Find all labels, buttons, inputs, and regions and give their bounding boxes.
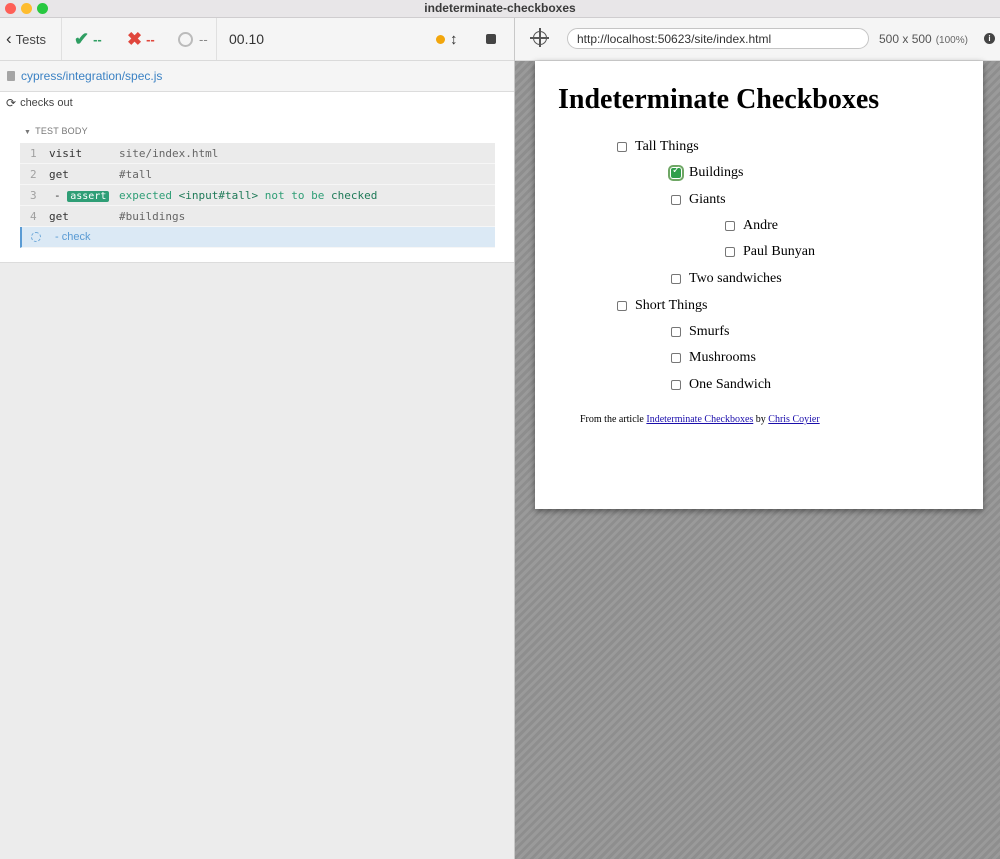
article-credit: From the article Indeterminate Checkboxe… [580,414,820,425]
caret-down-icon: ▼ [24,129,32,136]
file-icon [7,71,15,81]
checkmark-icon: ✔ [74,28,90,49]
chevron-left-icon: ‹ [6,29,12,48]
page-heading: Indeterminate Checkboxes [558,84,880,115]
command-log: 1 visit site/index.html 2 get #tall 3 - … [20,143,495,248]
refresh-icon: ⟳ [6,96,17,110]
info-icon[interactable]: i [984,33,995,44]
checkbox-mushrooms[interactable]: Mushrooms [671,350,756,366]
checkbox-icon[interactable] [617,142,627,152]
toolbar-divider [61,18,62,60]
command-row[interactable]: 2 get #tall [20,164,495,185]
spec-file-bar: cypress/integration/spec.js [0,61,514,92]
pending-count: -- [178,18,208,60]
command-row-pending[interactable]: - check [20,227,495,248]
checkbox-icon[interactable] [725,221,735,231]
auto-scroll-toggle-icon[interactable]: ↕ [450,18,458,60]
aut-iframe: Indeterminate Checkboxes Tall Things Bui… [535,61,983,509]
assert-badge: assert [67,191,110,202]
failed-count: ✖ -- [127,28,155,49]
checkbox-icon[interactable] [671,195,681,205]
checkbox-paul-bunyan[interactable]: Paul Bunyan [725,244,815,260]
viewport-size: 500 x 500 (100%) [879,32,968,46]
command-row[interactable]: 1 visit site/index.html [20,143,495,164]
test-body-header[interactable]: ▼ TEST BODY [24,126,88,136]
assert-message: expected <input#tall> not to be checked [119,189,378,202]
selector-playground-icon[interactable] [530,28,549,47]
test-title[interactable]: ⟳ checks out [6,96,73,110]
checkbox-icon[interactable] [671,380,681,390]
checkbox-one-sandwich[interactable]: One Sandwich [671,377,771,393]
window-title: indeterminate-checkboxes [424,1,576,15]
checkbox-short-things[interactable]: Short Things [617,298,707,314]
pending-ring-icon [178,31,193,47]
spinner-icon [31,232,41,242]
reporter-toolbar: ‹ Tests ✔ -- ✖ -- -- 00.10 ↕ [0,18,514,61]
author-link[interactable]: Chris Coyier [768,414,819,425]
checkbox-icon[interactable] [671,274,681,284]
window-titlebar: indeterminate-checkboxes [0,0,1000,18]
checkbox-icon[interactable] [671,353,681,363]
spec-file-link[interactable]: cypress/integration/spec.js [21,69,162,83]
tests-button-label: Tests [15,31,47,47]
aut-header: http://localhost:50623/site/index.html 5… [515,18,1000,61]
stop-icon [486,34,496,44]
checkbox-two-sandwiches[interactable]: Two sandwiches [671,271,782,287]
reporter-panel: ‹ Tests ✔ -- ✖ -- -- 00.10 ↕ cypress/int… [0,18,514,859]
checkbox-giants[interactable]: Giants [671,192,726,208]
command-row[interactable]: 4 get #buildings [20,206,495,227]
run-duration: 00.10 [229,31,265,47]
article-link[interactable]: Indeterminate Checkboxes [646,414,753,425]
passed-count: ✔ -- [74,28,102,49]
checkbox-icon[interactable] [671,327,681,337]
tests-button[interactable]: ‹ Tests [6,18,46,60]
test-runnable: ⟳ checks out ▼ TEST BODY 1 visit site/ind… [0,92,514,263]
x-mark-icon: ✖ [127,28,143,49]
checkbox-buildings[interactable]: Buildings [668,165,743,181]
checkbox-andre[interactable]: Andre [725,218,778,234]
toolbar-divider [216,18,217,60]
stop-button[interactable] [486,18,496,60]
checkbox-tall-things[interactable]: Tall Things [617,139,699,155]
checkbox-checked-icon[interactable] [668,165,684,181]
aut-url-bar[interactable]: http://localhost:50623/site/index.html [567,28,869,49]
command-row-assert[interactable]: 3 - assert expected <input#tall> not to … [20,185,495,206]
checkbox-icon[interactable] [617,301,627,311]
checkbox-icon[interactable] [725,247,735,257]
running-status-dot [436,18,445,60]
checkbox-smurfs[interactable]: Smurfs [671,324,729,340]
